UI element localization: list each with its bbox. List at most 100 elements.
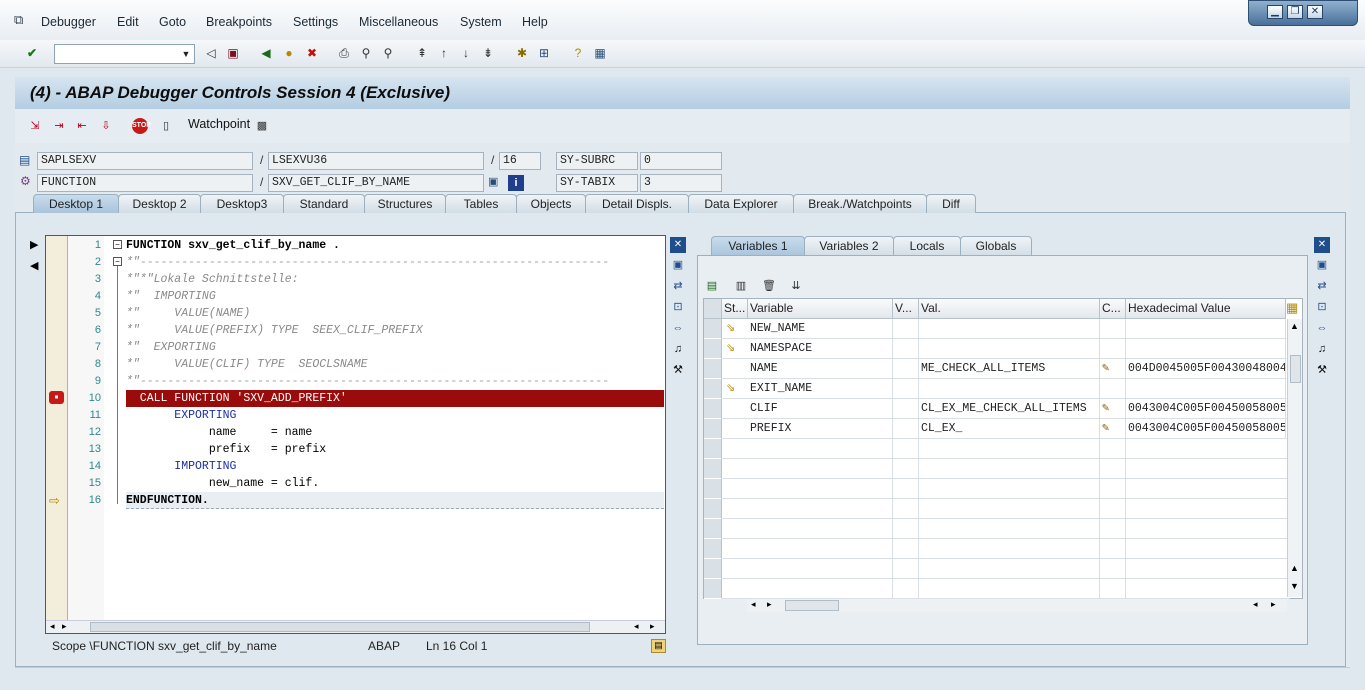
new-tool-icon[interactable]: ▣ bbox=[670, 257, 686, 273]
single-step-icon[interactable]: ⇲ bbox=[27, 118, 43, 134]
scroll-right-icon[interactable]: ▸ bbox=[767, 599, 772, 610]
variable-value[interactable] bbox=[919, 319, 1100, 339]
replace-tool-icon[interactable]: ⇄ bbox=[1314, 278, 1330, 294]
empty-cell[interactable] bbox=[748, 559, 893, 579]
table-row[interactable]: ⇘ EXIT_NAME bbox=[704, 379, 1290, 399]
document-icon[interactable]: ▯ bbox=[158, 118, 174, 134]
row-selector[interactable] bbox=[704, 399, 722, 419]
vertical-scrollbar[interactable]: ▲ ▲ ▼ bbox=[1287, 319, 1302, 597]
grid-horizontal-scrollbar[interactable]: ◂ ▸ ◂ ▸ bbox=[747, 599, 1287, 612]
row-selector[interactable] bbox=[704, 559, 722, 579]
scroll-left-icon[interactable]: ◂ bbox=[751, 599, 756, 610]
first-page-icon[interactable]: ⇞ bbox=[414, 45, 430, 61]
maximize-icon[interactable]: ⊡ bbox=[1314, 299, 1330, 315]
event-field[interactable]: SXV_GET_CLIF_BY_NAME bbox=[268, 174, 484, 192]
empty-cell[interactable] bbox=[748, 499, 893, 519]
collapse-icon[interactable]: − bbox=[113, 257, 122, 266]
chevron-down-icon[interactable]: ▼ bbox=[178, 45, 194, 63]
tab-globals[interactable]: Globals bbox=[960, 236, 1032, 256]
new-tool-icon[interactable]: ▣ bbox=[1314, 257, 1330, 273]
scroll-right-icon[interactable]: ▸ bbox=[1271, 599, 1276, 610]
horizontal-scrollbar[interactable]: ◂ ▸ ◂ ▸ bbox=[46, 620, 665, 633]
sysvar1-name-field[interactable]: SY-SUBRC bbox=[556, 152, 638, 170]
variable-name[interactable]: CLIF bbox=[748, 399, 893, 419]
select-layout-icon[interactable]: ▤ bbox=[704, 278, 720, 294]
pencil-icon[interactable]: ✎ bbox=[1100, 359, 1126, 379]
include-field[interactable]: LSEXVU36 bbox=[268, 152, 484, 170]
services-icon[interactable]: ♫ bbox=[1314, 341, 1330, 357]
row-selector[interactable] bbox=[704, 339, 722, 359]
table-row[interactable]: NAME ME_CHECK_ALL_ITEMS ✎ 004D0045005F00… bbox=[704, 359, 1290, 379]
layout-icon[interactable]: ▩ bbox=[254, 118, 270, 134]
row-selector[interactable] bbox=[704, 359, 722, 379]
menu-goto[interactable]: Goto bbox=[159, 15, 186, 29]
find-next-icon[interactable]: ⚲ bbox=[380, 45, 396, 61]
close-icon[interactable]: ✕ bbox=[1307, 5, 1323, 19]
help-icon[interactable]: ? bbox=[570, 45, 586, 61]
table-row[interactable]: ⇘ NEW_NAME bbox=[704, 319, 1290, 339]
tab-desktop-2[interactable]: Desktop 2 bbox=[118, 194, 201, 213]
variable-value[interactable] bbox=[919, 339, 1100, 359]
empty-cell[interactable] bbox=[748, 459, 893, 479]
menu-miscellaneous[interactable]: Miscellaneous bbox=[359, 15, 438, 29]
empty-row[interactable] bbox=[704, 499, 1290, 519]
pencil-icon[interactable]: ✎ bbox=[1100, 419, 1126, 439]
scroll-left-icon[interactable]: ◂ bbox=[634, 621, 639, 632]
info-icon[interactable]: i bbox=[508, 175, 524, 191]
tab-desktop-1[interactable]: Desktop 1 bbox=[33, 194, 119, 213]
row-selector[interactable] bbox=[704, 439, 722, 459]
settings-icon[interactable]: ⚒ bbox=[1314, 362, 1330, 378]
continue-icon[interactable]: ⇩ bbox=[98, 118, 114, 134]
save-icon[interactable]: ▣ bbox=[225, 45, 241, 61]
empty-row[interactable] bbox=[704, 539, 1290, 559]
menu-breakpoints[interactable]: Breakpoints bbox=[206, 15, 272, 29]
variable-name[interactable]: NEW_NAME bbox=[748, 319, 893, 339]
row-selector[interactable] bbox=[704, 539, 722, 559]
tab-break-watchpoints[interactable]: Break./Watchpoints bbox=[793, 194, 927, 213]
sysvar2-name-field[interactable]: SY-TABIX bbox=[556, 174, 638, 192]
find-icon[interactable]: ⚲ bbox=[358, 45, 374, 61]
menu-help[interactable]: Help bbox=[522, 15, 548, 29]
variable-value[interactable] bbox=[919, 379, 1100, 399]
settings-icon[interactable]: ⚒ bbox=[670, 362, 686, 378]
swap-icon[interactable]: ⇔ bbox=[1314, 320, 1330, 336]
empty-row[interactable] bbox=[704, 519, 1290, 539]
row-selector[interactable] bbox=[704, 419, 722, 439]
variable-value[interactable]: CL_EX_ bbox=[919, 419, 1100, 439]
row-selector[interactable] bbox=[704, 459, 722, 479]
close-icon[interactable]: ✕ bbox=[670, 237, 686, 253]
table-row[interactable]: PREFIX CL_EX_ ✎ 0043004C005F00450058005 bbox=[704, 419, 1290, 439]
tab-tables[interactable]: Tables bbox=[445, 194, 517, 213]
new-session-icon[interactable]: ✱ bbox=[514, 45, 530, 61]
tab-data-explorer[interactable]: Data Explorer bbox=[688, 194, 794, 213]
replace-tool-icon[interactable]: ⇄ bbox=[670, 278, 686, 294]
stop-icon[interactable]: STOP bbox=[132, 118, 151, 134]
delete-icon[interactable]: 🗑 bbox=[761, 278, 777, 294]
watchpoint-button[interactable]: Watchpoint bbox=[188, 117, 250, 131]
row-selector[interactable] bbox=[704, 579, 722, 599]
previous-page-icon[interactable]: ↑ bbox=[436, 45, 452, 61]
execute-icon[interactable]: ⇥ bbox=[51, 118, 67, 134]
tab-structures[interactable]: Structures bbox=[364, 194, 446, 213]
tab-diff[interactable]: Diff bbox=[926, 194, 976, 213]
scroll-down-icon[interactable]: ▼ bbox=[1290, 581, 1299, 591]
services-icon[interactable]: ♫ bbox=[670, 341, 686, 357]
collapse-icon[interactable]: − bbox=[113, 240, 122, 249]
change-layout-icon[interactable]: ▥ bbox=[733, 278, 749, 294]
expand-left-icon[interactable]: ◀ bbox=[30, 259, 38, 272]
tab-locals[interactable]: Locals bbox=[893, 236, 961, 256]
table-row[interactable]: ⇘ NAMESPACE bbox=[704, 339, 1290, 359]
swap-icon[interactable]: ⇔ bbox=[670, 320, 686, 336]
row-selector[interactable] bbox=[704, 479, 722, 499]
variable-name[interactable]: EXIT_NAME bbox=[748, 379, 893, 399]
scroll-thumb[interactable] bbox=[90, 622, 590, 632]
empty-cell[interactable] bbox=[748, 519, 893, 539]
table-row[interactable]: CLIF CL_EX_ME_CHECK_ALL_ITEMS ✎ 0043004C… bbox=[704, 399, 1290, 419]
tab-variables-2[interactable]: Variables 2 bbox=[804, 236, 894, 256]
variable-name[interactable]: PREFIX bbox=[748, 419, 893, 439]
row-selector[interactable] bbox=[704, 499, 722, 519]
close-icon[interactable]: ✕ bbox=[1314, 237, 1330, 253]
variable-name[interactable]: NAME bbox=[748, 359, 893, 379]
empty-row[interactable] bbox=[704, 479, 1290, 499]
row-selector[interactable] bbox=[704, 519, 722, 539]
